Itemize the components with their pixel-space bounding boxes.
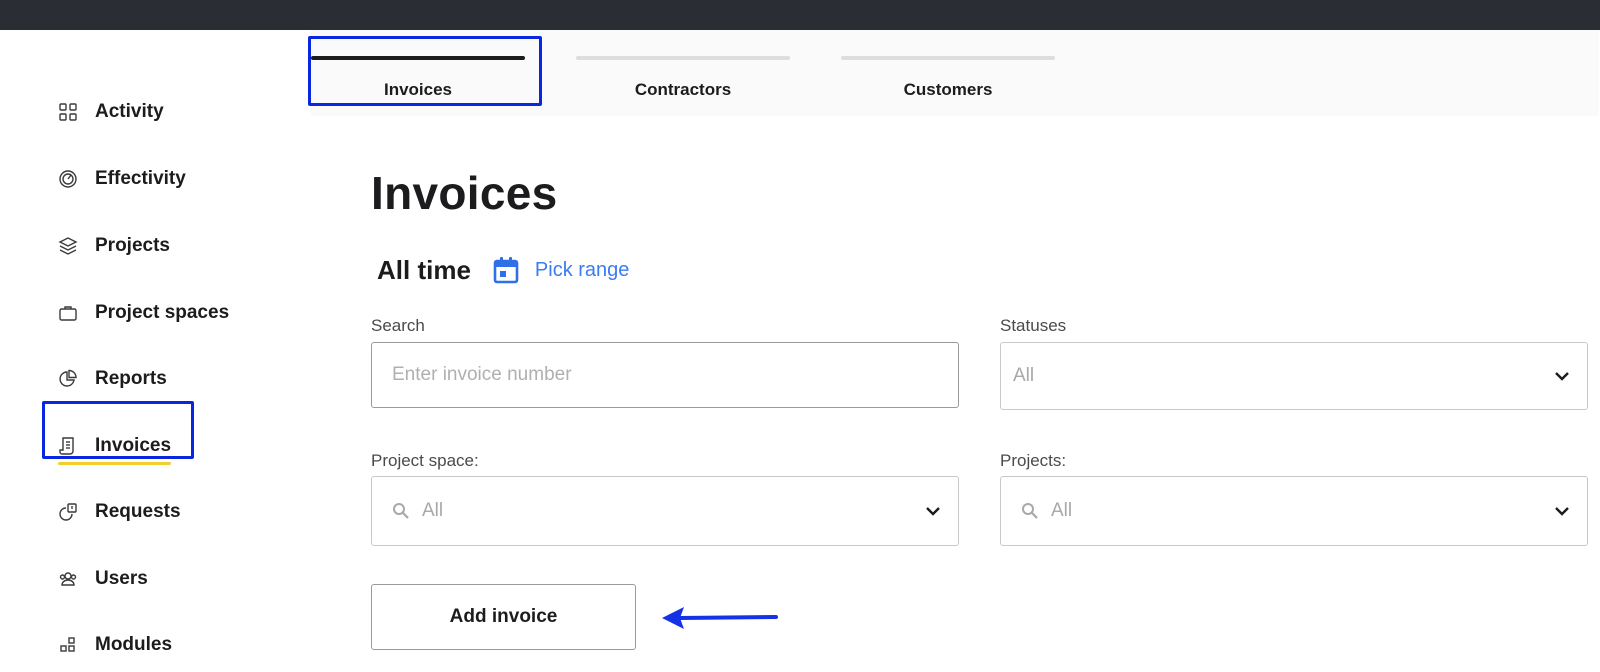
sidebar-item-label: Requests: [95, 501, 181, 522]
page-title: Invoices: [371, 167, 558, 219]
search-label: Search: [371, 316, 425, 335]
tab-label: Contractors: [634, 80, 732, 99]
layers-icon: [57, 235, 79, 257]
sidebar-item-requests[interactable]: Requests: [57, 492, 181, 532]
project-space-label: Project space:: [371, 451, 479, 470]
sidebar-item-label: Effectivity: [95, 168, 186, 189]
projects-select[interactable]: All: [1000, 476, 1588, 546]
projects-label: Projects:: [1000, 451, 1067, 470]
chevron-down-icon: [1555, 507, 1569, 516]
statuses-value: All: [1013, 365, 1035, 386]
project-space-select[interactable]: All: [371, 476, 959, 546]
tab-invoices[interactable]: Invoices: [311, 56, 525, 106]
projects-value: All: [1051, 500, 1073, 521]
sidebar-item-label: Invoices: [57, 435, 172, 465]
add-invoice-button[interactable]: Add invoice: [371, 584, 636, 650]
sidebar: Activity Effectivity Projects Project sp…: [1, 30, 311, 672]
calendar-icon[interactable]: [493, 256, 519, 284]
range-label: All time: [377, 254, 471, 285]
search-icon: [393, 503, 409, 519]
sidebar-item-modules[interactable]: Modules: [57, 625, 172, 665]
tab-indicator: [576, 56, 790, 60]
statuses-select[interactable]: All: [1000, 342, 1588, 410]
chevron-down-icon: [926, 507, 940, 516]
sidebar-item-project-spaces[interactable]: Project spaces: [57, 293, 229, 333]
tab-label: Customers: [903, 80, 993, 99]
sidebar-item-label: Activity: [95, 101, 164, 122]
search-input[interactable]: [371, 342, 959, 408]
request-icon: [57, 501, 79, 523]
top-bar: [0, 0, 1600, 30]
sidebar-item-projects[interactable]: Projects: [57, 226, 170, 266]
sidebar-item-reports[interactable]: Reports: [57, 359, 167, 399]
sidebar-item-label: Projects: [95, 235, 170, 256]
sidebar-item-effectivity[interactable]: Effectivity: [57, 159, 186, 199]
pick-range-link[interactable]: Pick range: [535, 259, 630, 282]
briefcase-icon: [57, 302, 79, 324]
sidebar-item-users[interactable]: Users: [57, 559, 148, 599]
search-icon: [1022, 503, 1038, 519]
tab-label: Invoices: [383, 80, 453, 99]
sidebar-item-activity[interactable]: Activity: [57, 92, 164, 132]
sidebar-item-label: Modules: [95, 634, 173, 655]
gauge-icon: [57, 168, 79, 190]
users-icon: [57, 568, 79, 590]
tab-indicator: [311, 56, 525, 60]
date-range-row: All time Pick range: [377, 252, 629, 288]
sidebar-item-label: Project spaces: [95, 302, 230, 323]
receipt-icon: [57, 435, 79, 457]
grid-icon: [57, 101, 79, 123]
sidebar-item-invoices[interactable]: Invoices: [57, 426, 172, 466]
tab-indicator: [841, 56, 1055, 60]
chevron-down-icon: [1555, 372, 1569, 381]
pie-chart-icon: [57, 368, 79, 390]
sidebar-item-label: Users: [95, 568, 148, 589]
sidebar-item-label: Reports: [95, 368, 167, 389]
project-space-value: All: [422, 500, 444, 521]
tab-contractors[interactable]: Contractors: [576, 56, 790, 106]
tab-customers[interactable]: Customers: [841, 56, 1055, 106]
arrow-left-icon: [662, 607, 778, 629]
statuses-label: Statuses: [1000, 316, 1067, 335]
modules-icon: [57, 634, 79, 656]
